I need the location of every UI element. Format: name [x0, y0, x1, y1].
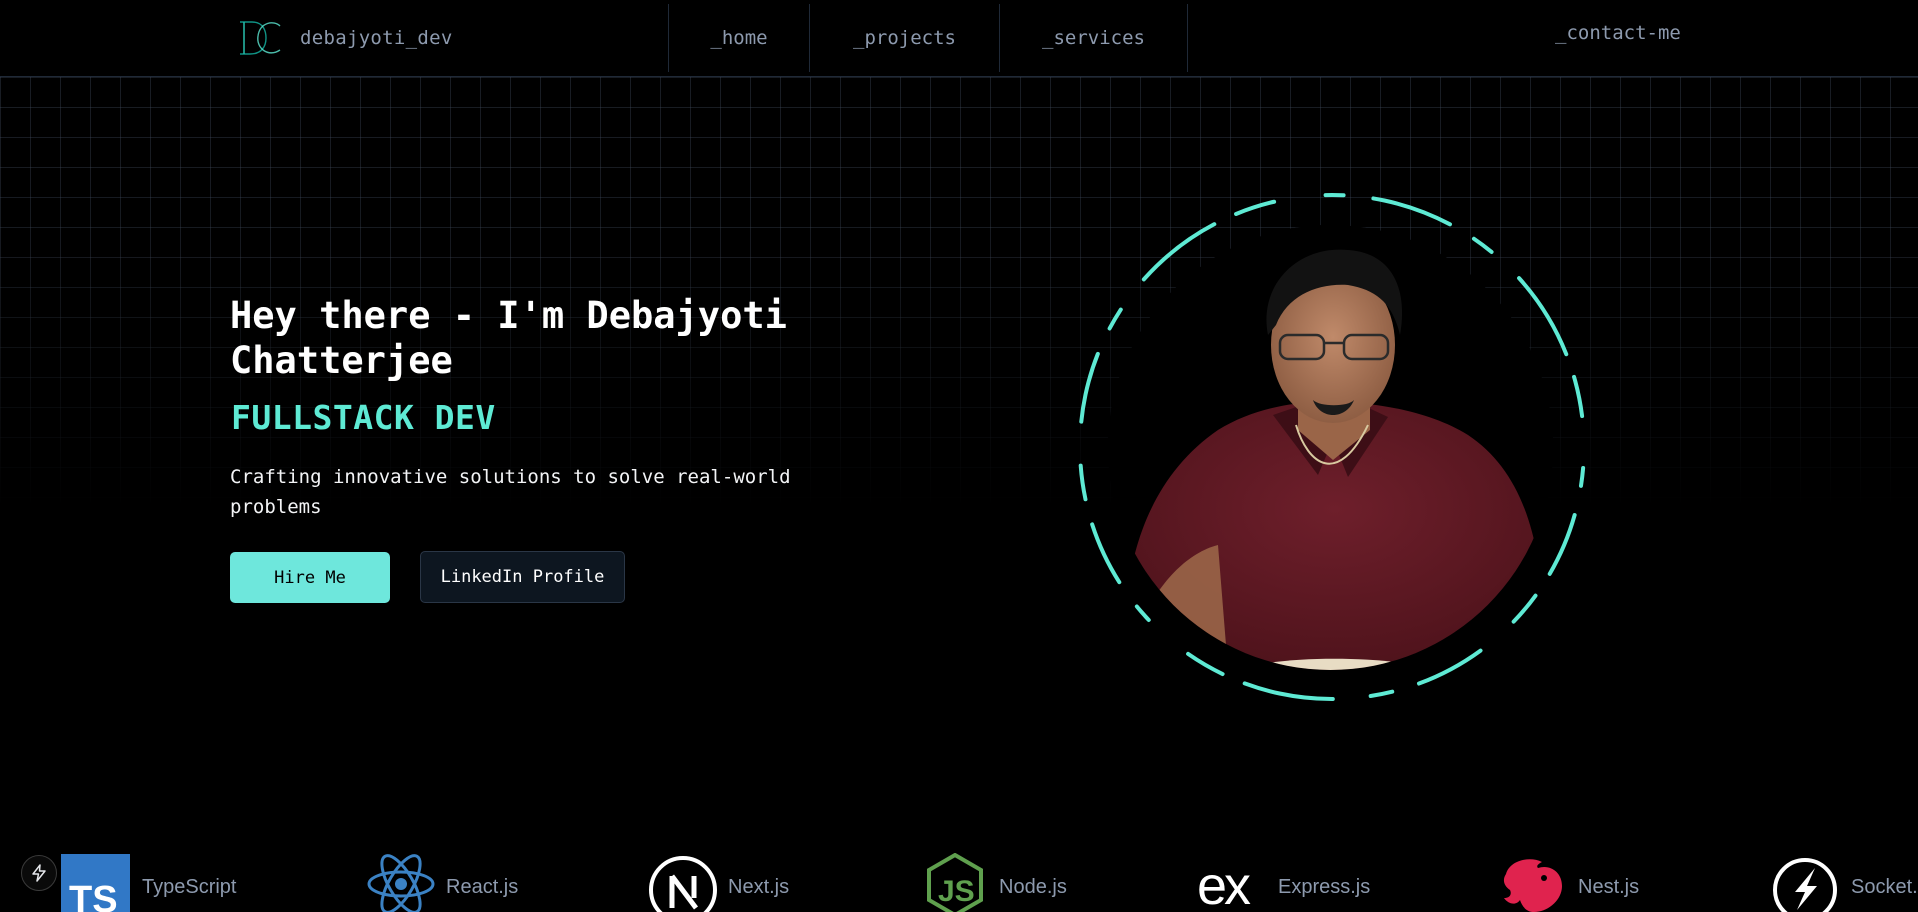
nextjs-icon	[649, 856, 717, 912]
bolt-toggle-button[interactable]	[21, 855, 57, 891]
hero-title: Hey there - I'm Debajyoti Chatterjee	[230, 294, 787, 382]
react-icon	[367, 854, 435, 912]
tech-label: Next.js	[728, 876, 790, 898]
svg-text:TS: TS	[69, 879, 118, 912]
tech-label: Nest.js	[1578, 876, 1640, 898]
profile-photo	[1108, 225, 1553, 670]
grid-background	[0, 77, 1918, 507]
express-icon: ex	[1197, 856, 1254, 912]
nestjs-icon	[1503, 859, 1562, 912]
nav-home[interactable]: _home	[668, 4, 809, 72]
svg-text:JS: JS	[938, 875, 975, 908]
tech-label: Socket.	[1851, 876, 1918, 898]
nav-contact-me[interactable]: _contact-me	[1555, 22, 1681, 44]
dc-logo-icon	[238, 18, 282, 58]
profile-photo-illustration	[1108, 225, 1553, 670]
site-header: debajyoti_dev _home _projects _services …	[0, 0, 1918, 77]
nav-projects[interactable]: _projects	[809, 4, 999, 72]
tech-label: TypeScript	[142, 876, 237, 898]
svg-text:ex: ex	[1197, 856, 1251, 912]
socketio-icon	[1773, 858, 1837, 912]
tech-stack-strip: TS TypeScript React.js Next.js JS Node.j…	[0, 848, 1918, 912]
hero-description: Crafting innovative solutions to solve r…	[230, 466, 791, 518]
nav-services[interactable]: _services	[999, 4, 1188, 72]
hero-role: FULLSTACK DEV	[231, 398, 496, 437]
bolt-icon	[32, 864, 46, 882]
tech-label: React.js	[446, 876, 519, 898]
tech-label: Express.js	[1278, 876, 1371, 898]
nodejs-icon: JS	[927, 853, 983, 912]
avatar-container	[1070, 185, 1595, 710]
brand-text: debajyoti_dev	[300, 27, 453, 49]
typescript-icon: TS	[61, 854, 130, 912]
page: debajyoti_dev _home _projects _services …	[0, 0, 1918, 912]
brand-link[interactable]: debajyoti_dev	[238, 18, 453, 58]
hire-me-button[interactable]: Hire Me	[230, 552, 390, 603]
linkedin-profile-button[interactable]: LinkedIn Profile	[420, 551, 625, 603]
tech-label: Node.js	[999, 876, 1067, 898]
